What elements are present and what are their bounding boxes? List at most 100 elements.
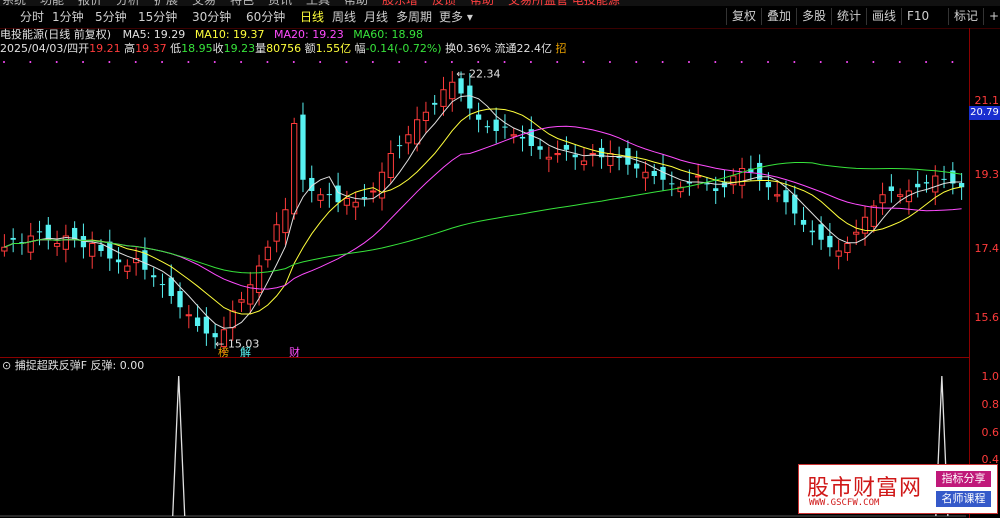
watermark-logo: 股市财富网 WWW.GSCFW.COM 指标分享 名师课程 bbox=[798, 464, 998, 514]
period-tab[interactable]: 60分钟 bbox=[246, 9, 285, 25]
indicator-tick: 1.0 bbox=[981, 370, 1000, 383]
candle bbox=[352, 191, 359, 220]
signal-dot bbox=[450, 61, 453, 63]
candle bbox=[958, 173, 965, 200]
signal-dot bbox=[3, 61, 5, 63]
ma20-value: MA20: 19.23 bbox=[274, 28, 344, 41]
candle bbox=[510, 128, 517, 144]
candle bbox=[124, 259, 131, 280]
ma5-value: MA5: 19.29 bbox=[122, 28, 186, 41]
candle bbox=[642, 161, 649, 191]
period-tab[interactable]: 月线 bbox=[364, 9, 388, 25]
signal-dot bbox=[529, 61, 532, 63]
toolbar-button[interactable]: F10 bbox=[901, 8, 934, 25]
candle bbox=[168, 264, 174, 304]
candle bbox=[800, 206, 807, 232]
ma60-value: MA60: 18.98 bbox=[353, 28, 423, 41]
open-value: 19.21 bbox=[89, 42, 121, 55]
turnover-value: 0.36% bbox=[456, 42, 492, 55]
signal-dot bbox=[872, 61, 875, 63]
ma5-line bbox=[4, 95, 962, 329]
toolbar-button[interactable]: 复权 bbox=[726, 8, 761, 25]
price-tick: 17.4 bbox=[974, 242, 1000, 255]
candle bbox=[317, 188, 324, 208]
change-value: -0.14(-0.72%) bbox=[365, 42, 442, 55]
signal-dot bbox=[82, 61, 85, 63]
candle bbox=[449, 71, 456, 112]
amount-label: 额 bbox=[304, 42, 316, 55]
period-tab[interactable]: 15分钟 bbox=[138, 9, 177, 25]
signal-dot bbox=[714, 61, 717, 63]
low-label: 低 bbox=[170, 42, 182, 55]
extra-badge: 招 bbox=[555, 42, 567, 55]
candle bbox=[484, 120, 491, 134]
indicator-name[interactable]: 捕捉超跌反弹F bbox=[15, 359, 87, 372]
candle bbox=[502, 114, 508, 139]
high-annotation: ← 22.34 bbox=[456, 68, 500, 81]
signal-dot bbox=[213, 61, 216, 63]
candle bbox=[53, 230, 61, 256]
toolbar-button[interactable]: 多股 bbox=[796, 8, 831, 25]
low-value: 18.95 bbox=[181, 42, 213, 55]
signal-dot bbox=[187, 61, 190, 63]
candle bbox=[580, 147, 588, 171]
signal-dot bbox=[556, 61, 559, 63]
candle bbox=[941, 165, 947, 189]
candle bbox=[151, 267, 157, 287]
indicator-value: 反弹: 0.00 bbox=[90, 359, 145, 372]
signal-dot bbox=[767, 61, 770, 63]
period-tab[interactable]: 多周期 bbox=[396, 9, 432, 25]
candle bbox=[835, 239, 842, 270]
period-tab[interactable]: 1分钟 bbox=[52, 9, 84, 25]
candle bbox=[326, 182, 332, 208]
signal-dot bbox=[925, 61, 928, 63]
toolbar-button[interactable]: 统计 bbox=[831, 8, 866, 25]
toolbar-button[interactable]: 画线 bbox=[866, 8, 901, 25]
candle bbox=[598, 138, 605, 169]
turnover-label: 换 bbox=[445, 42, 457, 55]
float-value: 22.4亿 bbox=[516, 42, 553, 55]
toolbar-button[interactable]: +自选 bbox=[983, 8, 1000, 25]
indicator-tick: 0.8 bbox=[981, 398, 1000, 411]
candle bbox=[879, 182, 886, 215]
candle bbox=[738, 157, 746, 199]
period-tab[interactable]: 5分钟 bbox=[95, 9, 127, 25]
candle bbox=[405, 125, 412, 155]
candle bbox=[72, 221, 78, 248]
period-tab[interactable]: 更多 ▾ bbox=[439, 9, 473, 25]
candle bbox=[792, 185, 798, 226]
candle bbox=[370, 182, 377, 203]
candle bbox=[300, 102, 306, 193]
float-label: 流通 bbox=[494, 42, 517, 55]
stock-name: 电投能源(日线 前复权) bbox=[0, 28, 112, 41]
signal-dot bbox=[846, 61, 849, 63]
candle bbox=[563, 136, 570, 161]
candle bbox=[142, 237, 148, 280]
candle bbox=[730, 168, 737, 194]
candle bbox=[177, 282, 183, 319]
candle bbox=[774, 181, 781, 203]
period-tab[interactable]: 分时 bbox=[20, 9, 44, 25]
ma-legend: 电投能源(日线 前复权) MA5: 19.29 MA10: 19.37 MA20… bbox=[0, 28, 423, 42]
signal-dot bbox=[661, 61, 664, 63]
candle bbox=[229, 300, 236, 341]
panel-divider bbox=[0, 357, 969, 358]
candle bbox=[264, 240, 271, 268]
candlestick-chart[interactable]: ← 22.34← 15.03◇ bbox=[0, 56, 970, 356]
candle bbox=[273, 212, 280, 253]
indicator-tick: 0.6 bbox=[981, 426, 1000, 439]
candle bbox=[45, 217, 51, 250]
candle bbox=[19, 233, 25, 255]
signal-dot bbox=[345, 61, 348, 63]
period-tab[interactable]: 周线 bbox=[332, 9, 356, 25]
candle bbox=[378, 162, 386, 211]
ma60-line bbox=[4, 162, 962, 274]
toolbar-button[interactable]: 标记 bbox=[948, 8, 983, 25]
candle bbox=[844, 236, 851, 261]
signal-dot bbox=[503, 61, 506, 63]
toolbar-button[interactable]: 叠加 bbox=[761, 8, 796, 25]
period-tab[interactable]: 30分钟 bbox=[192, 9, 231, 25]
period-tab[interactable]: 日线 bbox=[300, 9, 324, 25]
collapse-icon[interactable]: ⊙ bbox=[2, 359, 11, 372]
price-tick: 15.6 bbox=[974, 311, 1000, 324]
